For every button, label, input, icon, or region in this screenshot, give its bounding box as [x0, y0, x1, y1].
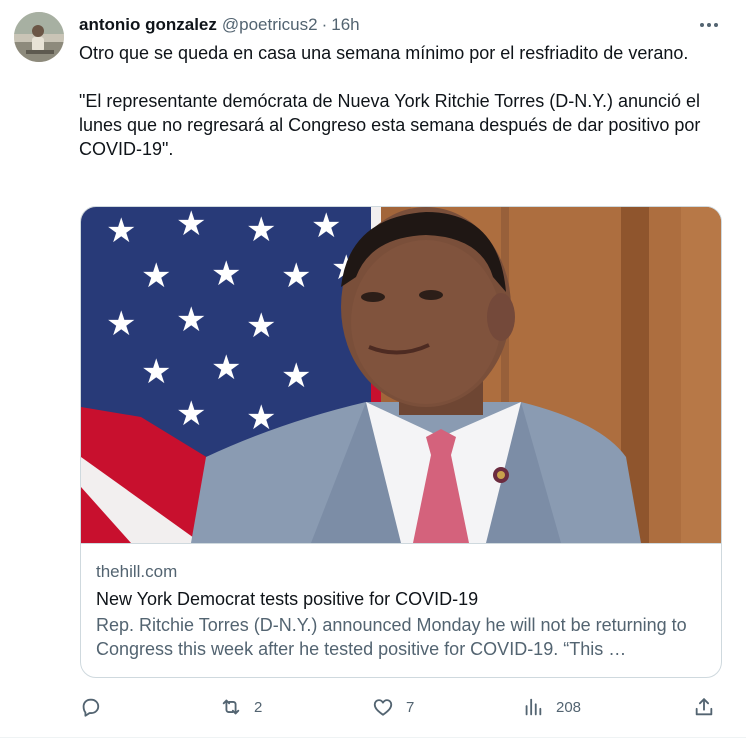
card-domain: thehill.com	[96, 562, 178, 581]
svg-text:★: ★	[176, 300, 206, 340]
views-count: 208	[556, 698, 582, 716]
reply-icon	[82, 698, 100, 717]
heart-icon	[373, 699, 393, 716]
share-button[interactable]	[693, 694, 715, 720]
action-bar: 2 7 208	[79, 694, 729, 720]
author-handle[interactable]: @poetricus2	[222, 15, 318, 35]
author-name[interactable]: antonio gonzalez	[79, 15, 217, 35]
svg-text:★: ★	[281, 256, 311, 296]
card-title: New York Democrat tests positive for COV…	[96, 589, 479, 609]
bar-chart-icon	[525, 698, 542, 716]
tweet-header: antonio gonzalez @poetricus2 · 16h	[79, 14, 360, 36]
retweet-icon	[222, 699, 240, 715]
separator-dot: ·	[321, 15, 328, 34]
card-info[interactable]: thehill.com New York Democrat tests posi…	[81, 543, 721, 677]
svg-text:★: ★	[106, 304, 136, 344]
share-icon	[695, 698, 713, 716]
more-options-button[interactable]	[698, 14, 720, 36]
svg-text:★: ★	[281, 356, 311, 396]
svg-text:★: ★	[176, 394, 206, 434]
retweet-button[interactable]: 2	[220, 694, 262, 720]
tweet[interactable]: antonio gonzalez @poetricus2 · 16h Otro …	[0, 0, 746, 738]
svg-text:★: ★	[246, 306, 276, 346]
svg-text:★: ★	[141, 256, 171, 296]
svg-text:★: ★	[176, 207, 206, 244]
svg-text:★: ★	[211, 348, 241, 388]
link-card[interactable]: ★ ★ ★ ★ ★ ★ ★ ★ ★ ★ ★ ★ ★ ★ ★ ★	[80, 206, 722, 678]
svg-text:★: ★	[311, 207, 341, 246]
views-button[interactable]: 208	[522, 694, 581, 720]
tweet-timestamp[interactable]: 16h	[331, 15, 359, 35]
tweet-text: Otro que se queda en casa una semana mín…	[79, 43, 701, 159]
like-count: 7	[406, 698, 415, 716]
svg-text:★: ★	[106, 211, 136, 251]
svg-text:★: ★	[211, 254, 241, 294]
retweet-count: 2	[254, 698, 263, 716]
more-horizontal-icon	[700, 23, 718, 27]
card-description: Rep. Ritchie Torres (D-N.Y.) announced M…	[96, 615, 687, 659]
reply-button[interactable]	[79, 694, 113, 720]
svg-text:★: ★	[246, 210, 276, 250]
card-image[interactable]: ★ ★ ★ ★ ★ ★ ★ ★ ★ ★ ★ ★ ★ ★ ★ ★	[81, 207, 721, 543]
svg-text:★: ★	[141, 352, 171, 392]
like-button[interactable]: 7	[372, 694, 414, 720]
avatar[interactable]	[14, 12, 64, 62]
